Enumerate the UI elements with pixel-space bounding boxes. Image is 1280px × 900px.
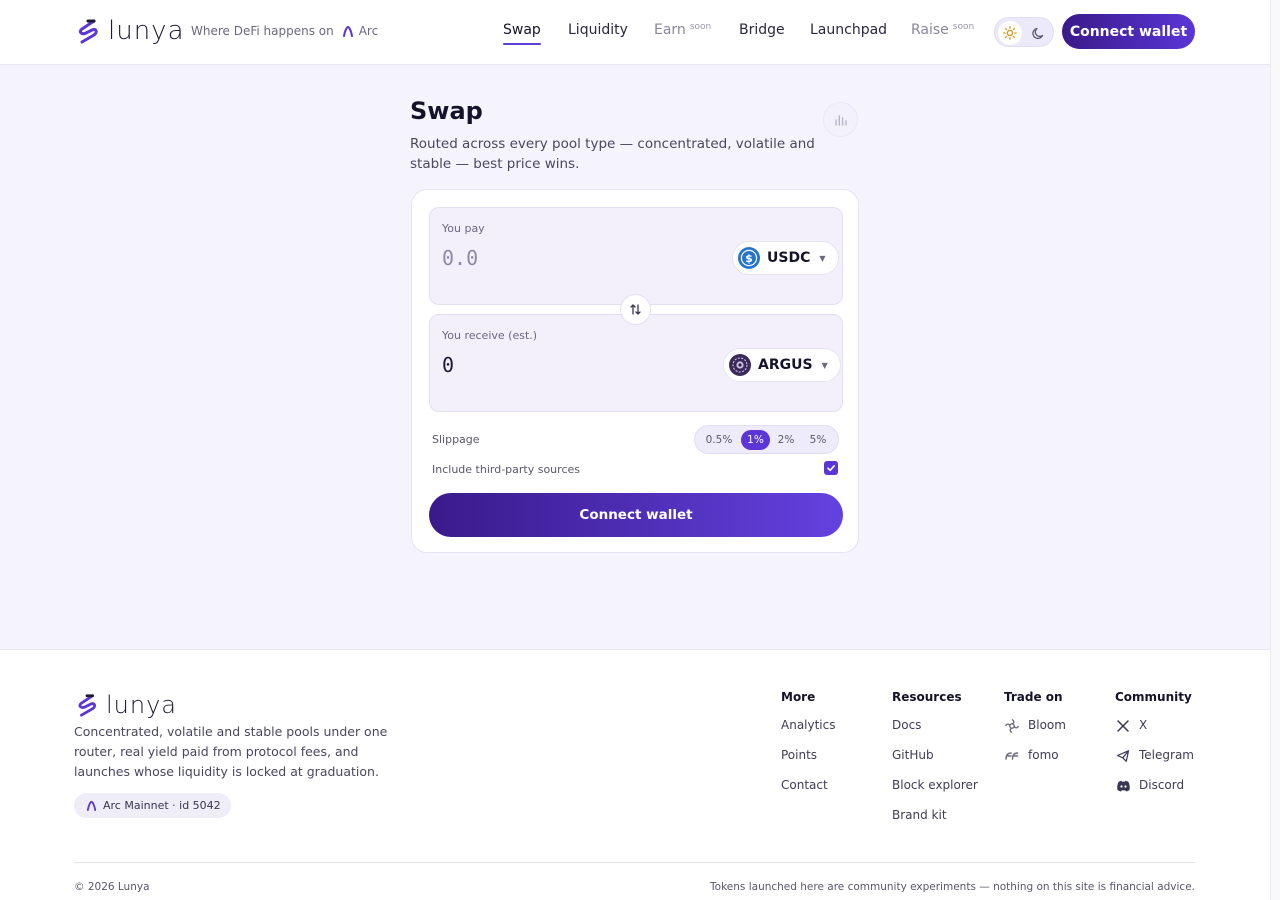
third-party-sources-checkbox[interactable] — [824, 461, 838, 475]
nav-liquidity[interactable]: Liquidity — [568, 22, 628, 38]
checkmark-icon — [827, 465, 835, 472]
pay-token-selector[interactable]: $ USDC ▼ — [732, 241, 839, 275]
footer-link-fomo[interactable]: fomo — [1004, 748, 1066, 778]
footer-column-title: More — [781, 690, 816, 704]
footer-link-label: Discord — [1139, 778, 1185, 792]
receive-label: You receive (est.) — [442, 329, 538, 342]
receive-panel: You receive (est.) ARGUS ▼ — [429, 314, 843, 412]
footer-link-label: Telegram — [1139, 748, 1194, 762]
sun-icon[interactable] — [998, 21, 1022, 45]
footer-column-resources: Resources Docs GitHub Block explorer Bra… — [892, 690, 978, 838]
footer-link-analytics[interactable]: Analytics — [781, 718, 836, 748]
footer-link-bloom[interactable]: Bloom — [1004, 718, 1066, 748]
svg-text:$: $ — [745, 252, 753, 265]
page-scrollbar[interactable] — [1270, 0, 1280, 900]
footer-column-more: More Analytics Points Contact — [781, 690, 836, 808]
footer-link-label: X — [1139, 718, 1148, 732]
x-logo-icon — [1115, 718, 1131, 734]
third-party-sources-label: Include third-party sources — [432, 463, 580, 476]
slippage-option-2[interactable]: 2% — [773, 430, 799, 450]
chevron-down-icon: ▼ — [821, 360, 828, 370]
lunya-logo-icon — [78, 694, 96, 717]
footer-brand[interactable]: lunya — [74, 690, 177, 720]
footer-link-github[interactable]: GitHub — [892, 748, 978, 778]
footer-description: Concentrated, volatile and stable pools … — [74, 724, 388, 779]
flip-tokens-button[interactable] — [620, 294, 651, 325]
slippage-option-5[interactable]: 5% — [804, 430, 832, 450]
top-header: lunya Where DeFi happens on Arc Swap Liq… — [0, 0, 1270, 65]
theme-toggle[interactable] — [994, 17, 1054, 47]
network-badge-text: Arc Mainnet · id 5042 — [103, 799, 221, 812]
slippage-option-0.5[interactable]: 0.5% — [701, 430, 737, 450]
telegram-icon — [1115, 748, 1131, 764]
footer-link-telegram[interactable]: Telegram — [1115, 748, 1194, 778]
arc-chain-icon — [342, 25, 353, 37]
disclaimer: Tokens launched here are community exper… — [710, 881, 1195, 893]
slippage-selector: 0.5% 1% 2% 5% — [694, 425, 839, 454]
nav-swap[interactable]: Swap — [503, 22, 541, 45]
chart-toggle-button[interactable] — [823, 102, 858, 137]
fomo-icon — [1004, 748, 1020, 764]
footer-link-docs[interactable]: Docs — [892, 718, 978, 748]
usdc-token-icon: $ — [738, 247, 760, 269]
nav-earn[interactable]: Earn soon — [654, 22, 711, 38]
receive-token-symbol: ARGUS — [758, 357, 813, 373]
swap-card: You pay $ USDC ▼ You receive (est.) — [411, 189, 859, 553]
tagline-text: Where DeFi happens on — [191, 24, 334, 38]
nav-earn-label: Earn — [654, 22, 686, 38]
page-subtitle: Routed across every pool type — concentr… — [410, 136, 815, 172]
footer-column-title: Community — [1115, 690, 1192, 704]
network-badge: Arc Mainnet · id 5042 — [74, 793, 231, 818]
footer-column-title: Resources — [892, 690, 962, 704]
footer-column-trade-on: Trade on Bloom fomo — [1004, 690, 1066, 778]
receive-token-selector[interactable]: ARGUS ▼ — [723, 348, 841, 382]
moon-icon[interactable] — [1026, 21, 1050, 45]
pay-label: You pay — [442, 222, 485, 235]
nav-launchpad[interactable]: Launchpad — [810, 22, 887, 38]
brand-wordmark: lunya — [108, 16, 185, 46]
footer-link-x[interactable]: X — [1115, 718, 1194, 748]
nav-bridge[interactable]: Bridge — [739, 22, 785, 38]
footer-link-points[interactable]: Points — [781, 748, 836, 778]
receive-amount-field — [442, 353, 702, 377]
pay-token-symbol: USDC — [767, 250, 811, 266]
tagline: Where DeFi happens on Arc — [191, 24, 378, 38]
discord-icon — [1115, 778, 1131, 794]
footer-wordmark: lunya — [106, 691, 177, 719]
swap-arrows-icon — [630, 304, 641, 315]
connect-wallet-button[interactable]: Connect wallet — [429, 493, 843, 537]
footer-link-label: fomo — [1028, 748, 1059, 762]
bloom-icon — [1004, 718, 1020, 734]
footer-column-community: Community X Telegram Discord — [1115, 690, 1194, 808]
chevron-down-icon: ▼ — [819, 253, 826, 263]
slippage-label: Slippage — [432, 433, 480, 446]
copyright: © 2026 Lunya — [74, 881, 150, 893]
footer-link-label: Bloom — [1028, 718, 1066, 732]
footer-column-title: Trade on — [1004, 690, 1063, 704]
soon-badge: soon — [952, 22, 975, 32]
footer: lunya Concentrated, volatile and stable … — [0, 649, 1270, 900]
lunya-logo-icon — [78, 19, 98, 44]
bar-chart-icon — [834, 114, 847, 126]
page-title: Swap — [410, 97, 483, 125]
soon-badge: soon — [689, 22, 712, 32]
pay-amount-input[interactable] — [442, 246, 702, 270]
pay-panel: You pay $ USDC ▼ — [429, 207, 843, 305]
footer-link-discord[interactable]: Discord — [1115, 778, 1194, 808]
argus-token-icon — [729, 354, 751, 376]
footer-link-block-explorer[interactable]: Block explorer — [892, 778, 978, 808]
nav-raise-label: Raise — [911, 22, 949, 38]
footer-link-contact[interactable]: Contact — [781, 778, 836, 808]
slippage-option-1[interactable]: 1% — [741, 430, 770, 450]
footer-divider — [74, 862, 1195, 863]
brand-logo[interactable]: lunya — [74, 16, 185, 46]
connect-wallet-header-button[interactable]: Connect wallet — [1062, 14, 1195, 49]
nav-raise[interactable]: Raise soon — [911, 22, 974, 38]
tagline-chain: Arc — [358, 24, 379, 38]
footer-link-brand-kit[interactable]: Brand kit — [892, 808, 978, 838]
arc-chain-icon — [86, 800, 97, 811]
